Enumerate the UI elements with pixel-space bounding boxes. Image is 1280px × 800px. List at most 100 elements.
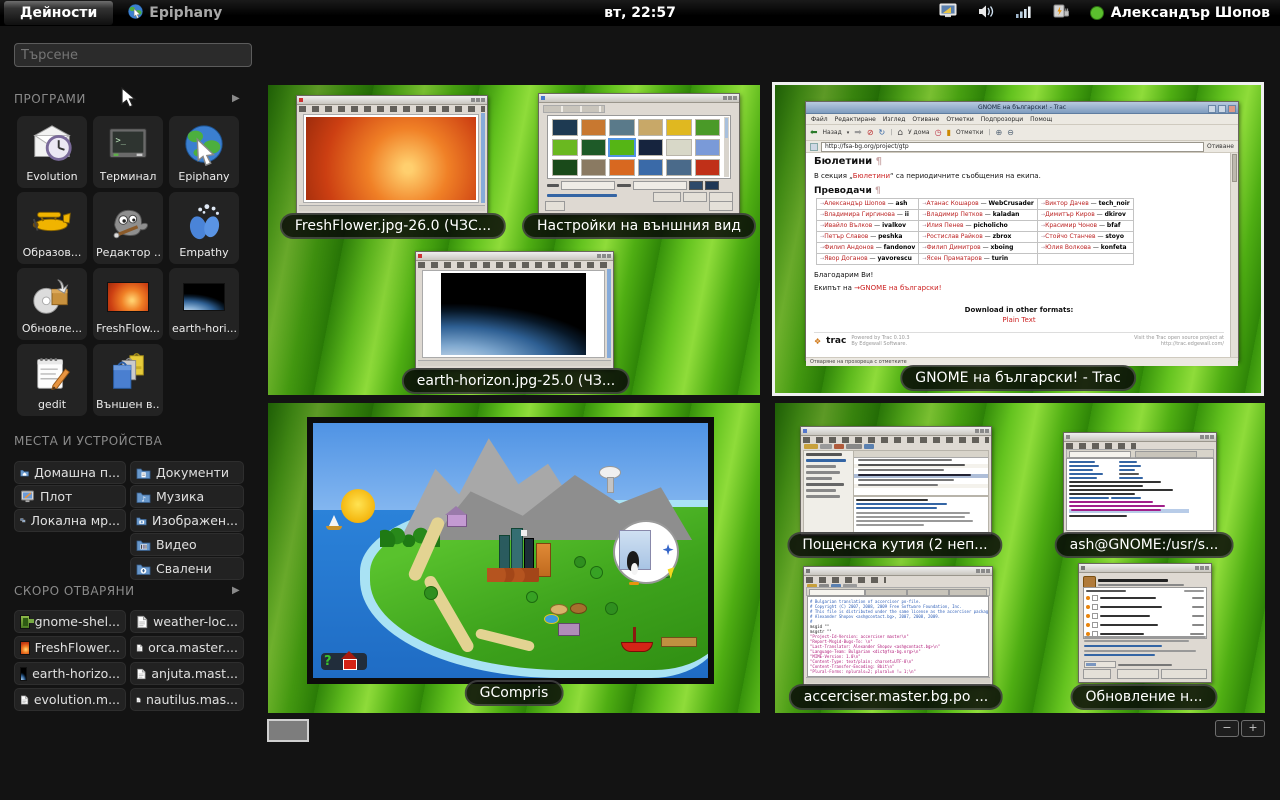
add-workspace-button[interactable]: + — [1241, 720, 1265, 737]
window-epiphany-trac[interactable]: GNOME на български! - Trac ФайлРедактира… — [805, 101, 1239, 361]
search-input[interactable] — [14, 43, 252, 67]
recent-item-freshflower[interactable]: FreshFlower... — [14, 636, 126, 659]
window-label-appearance[interactable]: Настройки на външния вид — [522, 213, 756, 239]
plain-text-link[interactable]: Plain Text — [814, 316, 1224, 324]
app-menu[interactable]: Epiphany — [127, 3, 222, 24]
translator-link[interactable]: Виктор Дачев — [1045, 200, 1089, 207]
activities-button[interactable]: Дейности — [4, 1, 113, 25]
window-gimp-earth-horizon[interactable] — [415, 251, 614, 369]
place-pictures[interactable]: Изображен... — [130, 509, 244, 532]
translator-link[interactable]: Юлия Волкова — [1045, 244, 1091, 251]
workspace-drag-chip[interactable] — [267, 719, 309, 742]
po-editor-text[interactable]: # Bulgarian translation of accerciser po… — [807, 596, 989, 677]
workspace-1[interactable]: FreshFlower.jpg-26.0 (ЧЗС... Настройки н… — [268, 85, 760, 395]
message-list-pane[interactable] — [853, 450, 989, 496]
update-buttons[interactable] — [1083, 669, 1207, 679]
tab-bar[interactable] — [1066, 449, 1214, 458]
window-evolution-mail[interactable] — [800, 426, 992, 536]
recent-item-gnome-shell[interactable]: gnome-shel... — [14, 610, 126, 633]
recent-item-orca[interactable]: orca.master.... — [130, 636, 244, 659]
place-desktop[interactable]: Плот — [14, 485, 126, 508]
recent-item-anjuta[interactable]: anjuta.mast... — [130, 662, 244, 685]
translator-link[interactable]: Александър Шопов — [824, 200, 885, 207]
translator-link[interactable]: Илия Пенев — [927, 222, 964, 229]
translator-link[interactable]: Стойчо Станчев — [1045, 233, 1095, 240]
app-tile-software-update[interactable]: Обновле... — [17, 268, 87, 340]
user-menu[interactable]: Александър Шопов — [1090, 5, 1270, 21]
app-tile-freshflower[interactable]: FreshFlow... — [93, 268, 163, 340]
window-label-gcompris[interactable]: GCompris — [465, 680, 564, 706]
close-button[interactable] — [709, 201, 733, 211]
place-home[interactable]: Домашна п... — [14, 461, 126, 484]
app-tile-gimp[interactable]: Редактор ... — [93, 192, 163, 264]
window-label-evolution[interactable]: Пощенска кутия (2 неп... — [787, 532, 1002, 558]
wallpaper-thumbnails[interactable] — [552, 119, 720, 176]
page-scrollbar[interactable] — [1230, 153, 1238, 357]
bulletins-link[interactable]: Бюлетини — [853, 172, 890, 180]
window-label-earth-horizon[interactable]: earth-horizon.jpg-25.0 (ЧЗ... — [402, 368, 630, 394]
display-settings-icon[interactable] — [939, 3, 958, 23]
window-update-manager[interactable] — [1078, 563, 1212, 683]
scrollbar[interactable] — [607, 269, 611, 358]
team-link[interactable]: →GNOME на български! — [854, 284, 941, 292]
translator-link[interactable]: Ивайло Вълков — [824, 222, 872, 229]
tabs-placeholder[interactable] — [543, 105, 605, 113]
window-gimp-freshflower[interactable] — [296, 95, 488, 214]
workspace-2[interactable]: GNOME на български! - Trac ФайлРедактира… — [775, 85, 1261, 393]
window-buttons[interactable] — [1208, 105, 1236, 113]
volume-icon[interactable] — [978, 4, 996, 23]
tab-bar[interactable] — [806, 587, 990, 596]
browser-toolbar[interactable]: ⬅Назад▾ ➡ ⊘ ↻ | ⌂У дома ◷ ▮Отметки | ⊕ ⊖ — [806, 125, 1238, 141]
window-label-freshflower[interactable]: FreshFlower.jpg-26.0 (ЧЗС... — [280, 213, 506, 239]
network-signal-icon[interactable] — [1016, 4, 1032, 23]
place-videos[interactable]: Видео — [130, 533, 244, 556]
remove-workspace-button[interactable]: − — [1215, 720, 1239, 737]
go-button[interactable]: Отиване — [1207, 143, 1234, 150]
app-tile-appearance[interactable]: Външен в... — [93, 344, 163, 416]
translator-link[interactable]: Филип Андонов — [824, 244, 874, 251]
window-label-update[interactable]: Обновление н... — [1070, 684, 1217, 710]
window-terminal[interactable] — [1063, 432, 1217, 534]
clock-text[interactable]: вт, 22:57 — [604, 5, 676, 21]
window-label-accerciser-po[interactable]: accerciser.master.bg.po ... — [789, 684, 1003, 710]
folder-tree-pane[interactable] — [803, 450, 857, 533]
help-button[interactable]: ? — [324, 654, 332, 669]
app-tile-gcompris[interactable]: Образов... — [17, 192, 87, 264]
window-gedit-po-file[interactable]: # Bulgarian translation of accerciser po… — [803, 566, 993, 686]
translator-link[interactable]: Красимир Чонов — [1045, 222, 1097, 229]
translator-link[interactable]: Ростислав Райков — [927, 233, 983, 240]
app-tile-evolution[interactable]: Evolution — [17, 116, 87, 188]
translator-link[interactable]: Атанас Кошаров — [927, 200, 979, 207]
translator-link[interactable]: Ясен Праматаров — [927, 255, 982, 262]
app-tile-terminal[interactable]: >_ Терминал — [93, 116, 163, 188]
recent-expand-arrow[interactable]: ▶ — [232, 585, 240, 596]
place-downloads[interactable]: Свалени — [130, 557, 244, 580]
app-tile-gedit[interactable]: gedit — [17, 344, 87, 416]
translator-link[interactable]: Димитър Киров — [1045, 211, 1095, 218]
wallpaper-list[interactable] — [547, 115, 731, 179]
battery-power-icon[interactable] — [1052, 4, 1070, 23]
recent-item-earth-horizon[interactable]: earth-horizo... — [14, 662, 126, 685]
recent-item-weather-loc[interactable]: weather-loc... — [130, 610, 244, 633]
home-button[interactable] — [343, 659, 357, 670]
translator-link[interactable]: Явор Доганов — [824, 255, 867, 262]
translator-link[interactable]: Петър Славов — [824, 233, 868, 240]
place-documents[interactable]: Документи — [130, 461, 244, 484]
scrollbar[interactable] — [481, 113, 485, 203]
window-appearance-settings[interactable] — [538, 93, 740, 215]
browser-menubar[interactable]: ФайлРедактиране ИзгледОтиване ОтметкиПод… — [806, 114, 1238, 125]
app-tile-epiphany[interactable]: Epiphany — [169, 116, 239, 188]
place-local-network[interactable]: Локална мр... — [14, 509, 126, 532]
workspace-4[interactable]: # Bulgarian translation of accerciser po… — [775, 403, 1265, 713]
recent-item-evolution-po[interactable]: evolution.m... — [14, 688, 126, 711]
window-label-trac[interactable]: GNOME на български! - Trac — [900, 365, 1136, 391]
recent-item-nautilus[interactable]: nautilus.mas... — [130, 688, 244, 711]
translator-link[interactable]: Владимира Гиргинова — [824, 211, 895, 218]
place-music[interactable]: ♪ Музика — [130, 485, 244, 508]
updates-list[interactable] — [1083, 587, 1207, 639]
address-input[interactable]: http://fsa-bg.org/project/gtp — [821, 142, 1204, 152]
app-tile-earth-horizon[interactable]: earth-hori... — [169, 268, 239, 340]
get-more-link-placeholder[interactable] — [547, 194, 617, 197]
programs-expand-arrow[interactable]: ▶ — [232, 93, 240, 104]
translator-link[interactable]: Владимир Петков — [927, 211, 983, 218]
